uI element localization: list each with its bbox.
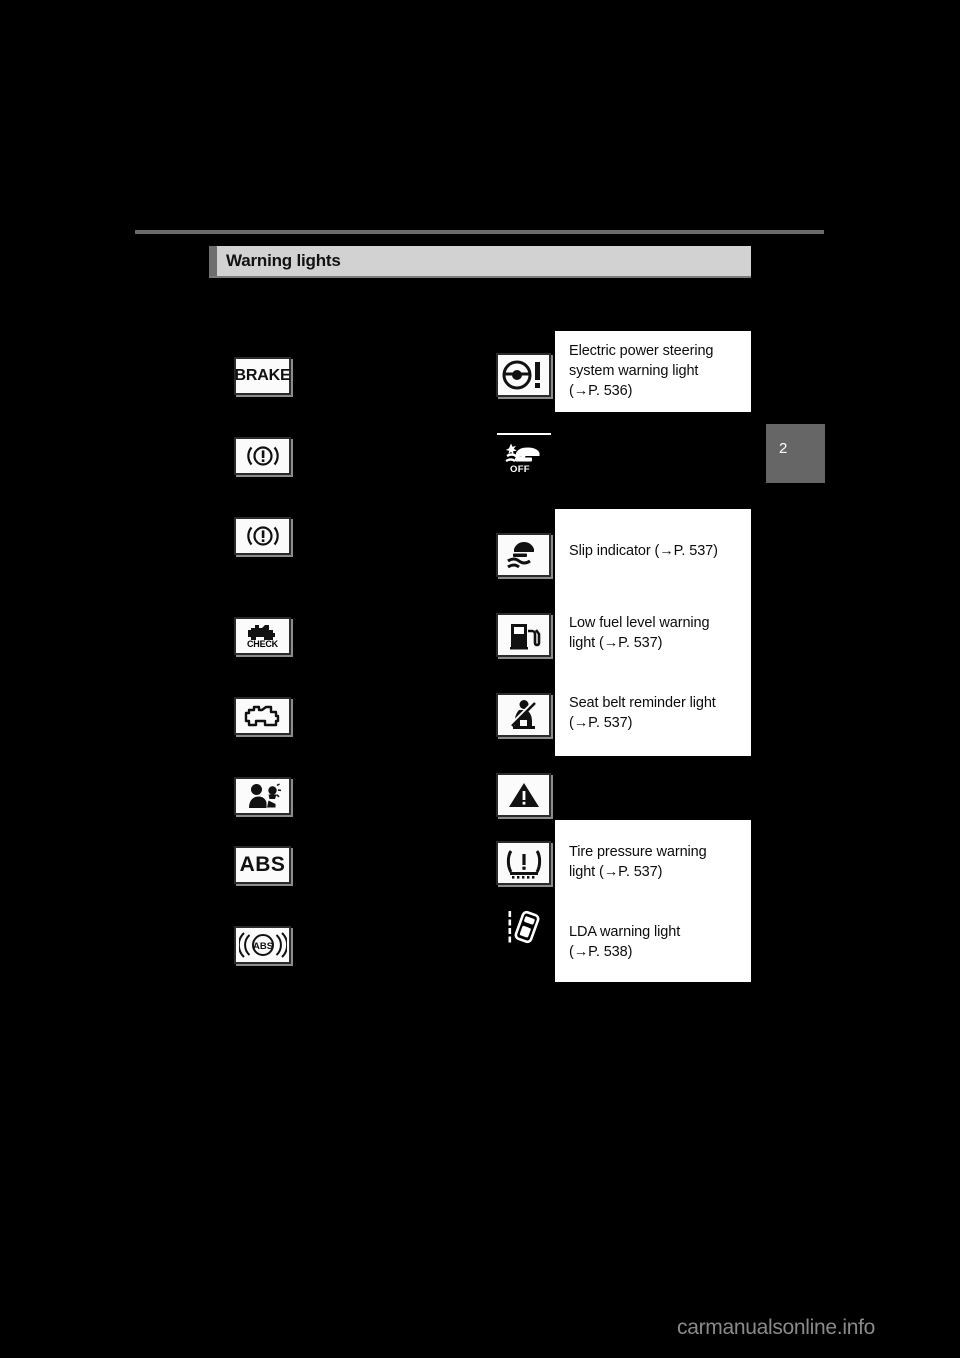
caption-eps: Electric power steering system warning l… (569, 341, 745, 401)
tire-pressure-glyph (506, 850, 541, 879)
page-title: Warning lights (226, 251, 341, 270)
caption-belt-line1: Seat belt reminder light (569, 695, 716, 711)
caption-belt-line2: (→P. 537) (569, 715, 633, 731)
brake-warning-label: BRAKE (234, 367, 291, 384)
seat-belt-reminder-icon (496, 693, 551, 737)
chapter-tab: 2 (766, 424, 825, 483)
master-warning-triangle-icon (496, 773, 551, 817)
steering-wheel-exclamation-glyph (502, 360, 540, 390)
warning-triangle-glyph (508, 783, 539, 807)
vsc-off-indicator-icon: OFF (496, 433, 551, 477)
manual-page: Warning lights 2 BRAKE CHECK ABS ABS Ele… (0, 0, 960, 1358)
caption-fuel: Low fuel level warning light (→P. 537) (569, 613, 745, 653)
engine-malfunction-icon (234, 697, 291, 735)
abs-circle-inner-label: ABS (252, 941, 272, 952)
caption-slip-line1: Slip indicator (→P. 537) (569, 543, 718, 559)
site-watermark: carmanualsonline.info (677, 1316, 875, 1339)
brake-system-warning-icon (234, 437, 291, 475)
caption-eps-line2: system warning light (569, 363, 699, 379)
slip-indicator-icon (496, 533, 551, 577)
electric-power-steering-warning-icon (496, 353, 551, 397)
caption-eps-line3: (→P. 536) (569, 383, 633, 399)
caption-tire-line2: light (→P. 537) (569, 864, 663, 880)
caption-lda-line2: (→P. 538) (569, 944, 633, 960)
lane-departure-car-glyph (508, 910, 540, 944)
brake-warning-text-icon: BRAKE (234, 357, 291, 395)
caption-seat-belt: Seat belt reminder light (→P. 537) (569, 693, 745, 733)
abs-warning-text-icon: ABS (234, 846, 291, 884)
lda-warning-icon (496, 905, 551, 949)
section-header: Warning lights (209, 246, 751, 276)
caption-fuel-line2: light (→P. 537) (569, 635, 663, 651)
airbag-person-glyph (248, 783, 281, 808)
abs-circle-warning-icon: ABS (234, 926, 291, 964)
caption-eps-line1: Electric power steering (569, 343, 714, 359)
brake-system-warning-icon-2 (234, 517, 291, 555)
abs-brake-circle-glyph: ABS (238, 932, 287, 958)
vsc-off-label: OFF (510, 464, 530, 475)
slip-car-skid-glyph (506, 542, 534, 569)
chapter-tab-number: 2 (779, 440, 788, 457)
caption-slip: Slip indicator (→P. 537) (569, 541, 745, 561)
brake-circle-exclamation-glyph (246, 446, 279, 466)
tire-pressure-warning-icon (496, 841, 551, 885)
fuel-pump-glyph (509, 624, 540, 650)
engine-check-label: CHECK (246, 639, 278, 649)
brake-circle-exclamation-glyph-2 (246, 526, 279, 546)
engine-check-icon: CHECK (234, 617, 291, 655)
srs-airbag-warning-icon (234, 777, 291, 815)
seat-belt-person-glyph (509, 700, 536, 729)
abs-warning-label: ABS (239, 853, 286, 876)
section-header-accent (209, 246, 217, 276)
vsc-car-skid-glyph (505, 443, 540, 463)
low-fuel-level-warning-icon (496, 613, 551, 657)
caption-lda: LDA warning light (→P. 538) (569, 922, 745, 962)
caption-lda-line1: LDA warning light (569, 924, 681, 940)
vsc-off-top-rule (497, 433, 551, 435)
engine-block-glyph (247, 625, 275, 640)
caption-fuel-line1: Low fuel level warning (569, 615, 710, 631)
engine-outline-glyph (244, 705, 279, 727)
caption-tire-line1: Tire pressure warning (569, 844, 707, 860)
caption-tire-pressure: Tire pressure warning light (→P. 537) (569, 842, 745, 882)
header-rule (135, 230, 824, 234)
